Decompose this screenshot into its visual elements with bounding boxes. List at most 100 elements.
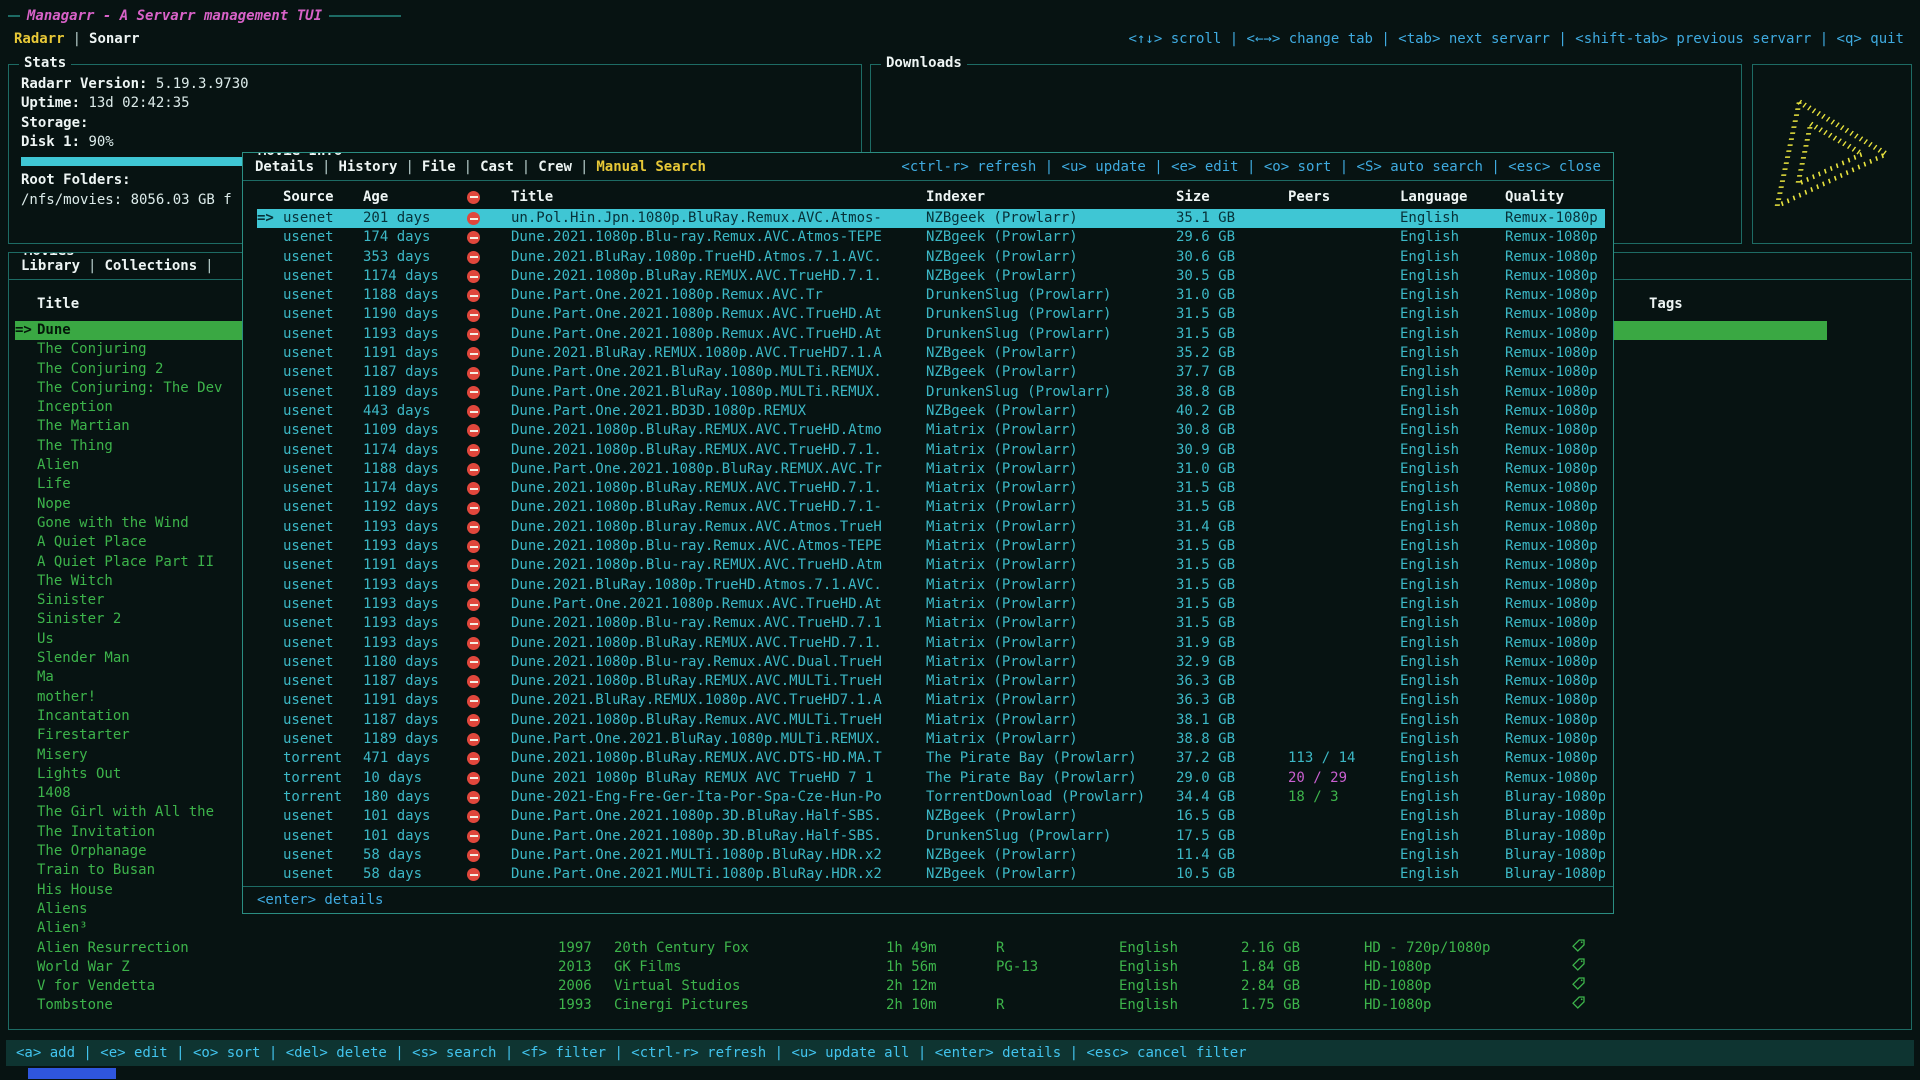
release-row[interactable]: usenet 1174 days Dune.2021.1080p.BluRay.… [257, 479, 1605, 498]
release-row[interactable]: usenet 1193 days Dune.Part.One.2021.1080… [257, 595, 1605, 614]
tab-radarr[interactable]: Radarr [14, 31, 65, 47]
movie-list-row[interactable]: Alien³ [15, 919, 1827, 938]
stat-uptime: Uptime: 13d 02:42:35 [21, 94, 849, 113]
selection-marker [15, 610, 37, 629]
movie-tags [1649, 900, 1827, 919]
selection-marker [257, 691, 283, 710]
release-row[interactable]: usenet 101 days Dune.Part.One.2021.1080p… [257, 807, 1605, 826]
movie-list-row[interactable]: V for Vendetta 2006 Virtual Studios 2h 1… [15, 977, 1827, 996]
release-row[interactable]: usenet 1187 days Dune.2021.1080p.BluRay.… [257, 672, 1605, 691]
movie-tags [1649, 360, 1827, 379]
release-age: 58 days [363, 865, 467, 884]
release-source: usenet [283, 402, 363, 421]
movie-title: Alien Resurrection [37, 939, 558, 958]
movie-tags [1649, 746, 1827, 765]
selection-marker [15, 417, 37, 436]
release-row[interactable]: usenet 1191 days Dune.2021.BluRay.REMUX.… [257, 691, 1605, 710]
release-row[interactable]: usenet 1193 days Dune.2021.1080p.Blu-ray… [257, 614, 1605, 633]
release-row[interactable]: usenet 353 days Dune.2021.BluRay.1080p.T… [257, 248, 1605, 267]
selection-marker [15, 881, 37, 900]
release-row[interactable]: usenet 1189 days Dune.Part.One.2021.BluR… [257, 730, 1605, 749]
selection-marker [15, 996, 37, 1015]
keybind-hints-modal: <ctrl-r> refresh | <u> update | <e> edit… [901, 159, 1601, 175]
rejected-icon [467, 637, 480, 650]
release-age: 1193 days [363, 537, 467, 556]
release-row[interactable]: torrent 471 days Dune.2021.1080p.BluRay.… [257, 749, 1605, 768]
release-peers [1288, 653, 1400, 672]
release-quality: Remux-1080p [1505, 402, 1605, 421]
release-row[interactable]: usenet 1193 days Dune.2021.BluRay.1080p.… [257, 576, 1605, 595]
tab-cast[interactable]: Cast [480, 159, 514, 175]
selection-marker [257, 653, 283, 672]
release-row[interactable]: usenet 1174 days Dune.2021.1080p.BluRay.… [257, 441, 1605, 460]
rejected-icon [467, 598, 480, 611]
selection-marker [257, 402, 283, 421]
release-row[interactable]: usenet 101 days Dune.Part.One.2021.1080p… [257, 827, 1605, 846]
release-row[interactable]: usenet 1189 days Dune.Part.One.2021.BluR… [257, 383, 1605, 402]
release-row[interactable]: usenet 1193 days Dune.2021.1080p.Bluray.… [257, 518, 1605, 537]
release-row[interactable]: usenet 1174 days Dune.2021.1080p.BluRay.… [257, 267, 1605, 286]
tab-separator: | [464, 159, 472, 175]
release-size: 29.0 GB [1176, 769, 1288, 788]
release-title: Dune-2021-Eng-Fre-Ger-Ita-Por-Spa-Cze-Hu… [511, 788, 926, 807]
release-language: English [1400, 614, 1505, 633]
release-quality: Remux-1080p [1505, 614, 1605, 633]
release-row[interactable]: usenet 1193 days Dune.2021.1080p.Blu-ray… [257, 537, 1605, 556]
tab-crew[interactable]: Crew [538, 159, 572, 175]
movie-list-row[interactable]: Alien Resurrection 1997 20th Century Fox… [15, 939, 1827, 958]
release-title: Dune.2021.1080p.Blu-ray.Remux.AVC.TrueHD… [511, 614, 926, 633]
movie-size: 2.84 GB [1241, 977, 1364, 996]
release-title: Dune.Part.One.2021.BluRay.1080p.MULTi.RE… [511, 730, 926, 749]
movie-certification [996, 919, 1119, 938]
release-row[interactable]: usenet 1180 days Dune.2021.1080p.Blu-ray… [257, 653, 1605, 672]
movie-list-row[interactable]: Tombstone 1993 Cinergi Pictures 2h 10m R… [15, 996, 1827, 1015]
root-folders-label: Root Folders: [21, 172, 131, 188]
release-row[interactable]: usenet 174 days Dune.2021.1080p.Blu-ray.… [257, 228, 1605, 247]
movie-tags [1649, 765, 1827, 784]
release-title: Dune.2021.1080p.BluRay.REMUX.AVC.TrueHD.… [511, 441, 926, 460]
release-source: usenet [283, 730, 363, 749]
tab-history[interactable]: History [338, 159, 397, 175]
rejected-icon [467, 830, 480, 843]
release-row[interactable]: usenet 1191 days Dune.2021.BluRay.REMUX.… [257, 344, 1605, 363]
release-row[interactable]: torrent 180 days Dune-2021-Eng-Fre-Ger-I… [257, 788, 1605, 807]
release-indexer: Miatrix (Prowlarr) [926, 730, 1176, 749]
tab-details[interactable]: Details [255, 159, 314, 175]
release-row[interactable]: torrent 10 days Dune 2021 1080p BluRay R… [257, 769, 1605, 788]
release-row[interactable]: usenet 1190 days Dune.Part.One.2021.1080… [257, 305, 1605, 324]
release-quality: Remux-1080p [1505, 769, 1605, 788]
release-indexer: NZBgeek (Prowlarr) [926, 865, 1176, 884]
tab-library[interactable]: Library [21, 258, 80, 274]
release-row[interactable]: usenet 1187 days Dune.Part.One.2021.BluR… [257, 363, 1605, 382]
release-row[interactable]: usenet 58 days Dune.Part.One.2021.MULTi.… [257, 865, 1605, 884]
release-peers [1288, 286, 1400, 305]
release-title: Dune.Part.One.2021.BluRay.1080p.MULTi.RE… [511, 383, 926, 402]
release-row[interactable]: usenet 58 days Dune.Part.One.2021.MULTi.… [257, 846, 1605, 865]
release-row[interactable]: usenet 1192 days Dune.2021.1080p.BluRay.… [257, 498, 1605, 517]
release-row[interactable]: usenet 1188 days Dune.Part.One.2021.1080… [257, 460, 1605, 479]
release-source: usenet [283, 865, 363, 884]
release-row[interactable]: usenet 1191 days Dune.2021.1080p.Blu-ray… [257, 556, 1605, 575]
release-row[interactable]: usenet 1187 days Dune.2021.1080p.BluRay.… [257, 711, 1605, 730]
tab-collections[interactable]: Collections [104, 258, 197, 274]
rejected-icon [467, 617, 480, 630]
release-row[interactable]: usenet 1188 days Dune.Part.One.2021.1080… [257, 286, 1605, 305]
tab-sonarr[interactable]: Sonarr [89, 31, 140, 47]
tab-manual-search[interactable]: Manual Search [596, 159, 706, 175]
release-row[interactable]: usenet 1193 days Dune.2021.1080p.BluRay.… [257, 634, 1605, 653]
movie-list-row[interactable]: World War Z 2013 GK Films 1h 56m PG-13 E… [15, 958, 1827, 977]
release-language: English [1400, 305, 1505, 324]
selection-marker [15, 707, 37, 726]
selection-marker [257, 248, 283, 267]
release-row[interactable]: usenet 1193 days Dune.Part.One.2021.1080… [257, 325, 1605, 344]
release-row[interactable]: usenet 443 days Dune.Part.One.2021.BD3D.… [257, 402, 1605, 421]
release-row[interactable]: => usenet 201 days un.Pol.Hin.Jpn.1080p.… [257, 209, 1605, 228]
release-size: 31.0 GB [1176, 286, 1288, 305]
tab-file[interactable]: File [422, 159, 456, 175]
release-size: 31.5 GB [1176, 498, 1288, 517]
movie-tags [1649, 726, 1827, 745]
movie-tags [1649, 514, 1827, 533]
release-size: 38.8 GB [1176, 383, 1288, 402]
release-row[interactable]: usenet 1109 days Dune.2021.1080p.BluRay.… [257, 421, 1605, 440]
release-quality: Bluray-1080p [1505, 807, 1605, 826]
